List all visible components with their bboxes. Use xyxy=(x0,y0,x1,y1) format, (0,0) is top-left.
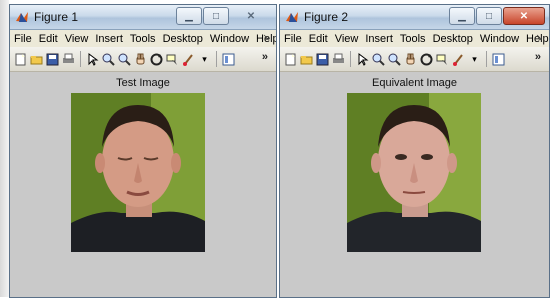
minimize-button[interactable]: ▁ xyxy=(449,7,475,25)
maximize-button[interactable]: □ xyxy=(476,7,502,25)
menu-tools[interactable]: Tools xyxy=(130,33,156,45)
window-controls: ▁ □ ✕ xyxy=(449,7,545,25)
menu-desktop[interactable]: Desktop xyxy=(163,33,203,45)
new-file-icon[interactable] xyxy=(14,53,27,66)
insert-colorbar-icon[interactable] xyxy=(222,53,235,66)
pan-hand-icon[interactable] xyxy=(134,53,147,66)
zoom-in-icon[interactable] xyxy=(102,53,115,66)
menu-window[interactable]: Window xyxy=(210,33,249,45)
title-bar[interactable]: Figure 1 ▁ □ ✕ xyxy=(10,5,276,30)
menu-desktop[interactable]: Desktop xyxy=(433,33,473,45)
brush-icon[interactable] xyxy=(452,53,465,66)
close-button[interactable]: ✕ xyxy=(503,7,545,25)
axes-title: Equivalent Image xyxy=(372,77,457,89)
toolbar-separator xyxy=(216,51,217,67)
menu-window[interactable]: Window xyxy=(480,33,519,45)
new-file-icon[interactable] xyxy=(284,53,297,66)
title-bar[interactable]: Figure 2 ▁ □ ✕ xyxy=(280,5,549,30)
more-icon[interactable]: » xyxy=(535,51,541,63)
test-image xyxy=(71,93,205,252)
matlab-logo-icon xyxy=(286,12,298,22)
matlab-logo-icon xyxy=(16,12,28,22)
toolbar-separator xyxy=(80,51,81,67)
window-title: Figure 1 xyxy=(34,10,79,24)
figure-toolbar: ▾ » xyxy=(10,47,276,72)
menu-insert[interactable]: Insert xyxy=(365,33,393,45)
toolbar-separator xyxy=(350,51,351,67)
figure-toolbar: ▾ » xyxy=(280,47,549,72)
toolbar-separator xyxy=(486,51,487,67)
dock-arrow-icon[interactable]: ↘ xyxy=(262,32,270,43)
maximize-button[interactable]: □ xyxy=(203,7,229,25)
equivalent-image xyxy=(347,93,481,252)
window-title: Figure 2 xyxy=(304,10,349,24)
menu-bar: File Edit View Insert Tools Desktop Wind… xyxy=(280,30,549,47)
rotate-3d-icon[interactable] xyxy=(150,53,163,66)
menu-edit[interactable]: Edit xyxy=(309,33,328,45)
pointer-icon[interactable] xyxy=(86,52,99,66)
axes-title: Test Image xyxy=(116,77,170,89)
menu-bar: File Edit View Insert Tools Desktop Wind… xyxy=(10,30,276,47)
open-folder-icon[interactable] xyxy=(300,53,313,66)
minimize-button[interactable]: ▁ xyxy=(176,7,202,25)
data-cursor-icon[interactable] xyxy=(166,53,179,66)
window-controls: ▁ □ ✕ xyxy=(176,7,272,25)
menu-tools[interactable]: Tools xyxy=(400,33,426,45)
zoom-out-icon[interactable] xyxy=(118,53,131,66)
zoom-out-icon[interactable] xyxy=(388,53,401,66)
figure-1-window[interactable]: Figure 1 ▁ □ ✕ File Edit View Insert Too… xyxy=(9,4,277,298)
dropdown-arrow-icon[interactable]: ▾ xyxy=(198,53,211,66)
figure-2-window[interactable]: Figure 2 ▁ □ ✕ File Edit View Insert Too… xyxy=(279,4,550,298)
menu-file[interactable]: File xyxy=(284,33,302,45)
dock-arrow-icon[interactable]: ↘ xyxy=(535,32,543,43)
save-icon[interactable] xyxy=(316,53,329,66)
menu-file[interactable]: File xyxy=(14,33,32,45)
more-icon[interactable]: » xyxy=(262,51,268,63)
menu-insert[interactable]: Insert xyxy=(95,33,123,45)
menu-view[interactable]: View xyxy=(65,33,89,45)
close-button[interactable]: ✕ xyxy=(230,7,272,25)
menu-view[interactable]: View xyxy=(335,33,359,45)
print-icon[interactable] xyxy=(62,53,75,66)
dropdown-arrow-icon[interactable]: ▾ xyxy=(468,53,481,66)
figure-canvas: Test Image xyxy=(10,72,276,297)
rotate-3d-icon[interactable] xyxy=(420,53,433,66)
save-icon[interactable] xyxy=(46,53,59,66)
data-cursor-icon[interactable] xyxy=(436,53,449,66)
print-icon[interactable] xyxy=(332,53,345,66)
open-folder-icon[interactable] xyxy=(30,53,43,66)
brush-icon[interactable] xyxy=(182,53,195,66)
menu-edit[interactable]: Edit xyxy=(39,33,58,45)
zoom-in-icon[interactable] xyxy=(372,53,385,66)
figure-canvas: Equivalent Image xyxy=(280,72,549,297)
background-window-edge xyxy=(0,0,9,297)
insert-colorbar-icon[interactable] xyxy=(492,53,505,66)
pan-hand-icon[interactable] xyxy=(404,53,417,66)
pointer-icon[interactable] xyxy=(356,52,369,66)
